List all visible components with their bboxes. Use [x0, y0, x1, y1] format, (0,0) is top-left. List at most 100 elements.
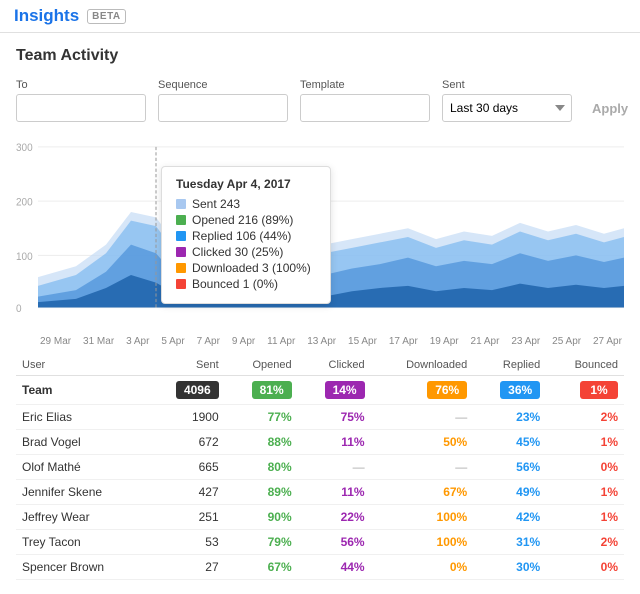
user-bounced: 2%: [546, 530, 624, 555]
user-opened: 79%: [225, 530, 298, 555]
col-replied: Replied: [473, 355, 546, 376]
x-axis-label: 31 Mar: [83, 336, 114, 347]
tooltip-row: Sent 243: [176, 197, 316, 211]
user-name: Jennifer Skene: [16, 480, 148, 505]
user-replied: 23%: [473, 405, 546, 430]
to-input[interactable]: [16, 94, 146, 122]
user-bounced: 1%: [546, 505, 624, 530]
user-downloaded: 100%: [371, 505, 474, 530]
user-clicked: 11%: [298, 480, 371, 505]
sequence-input[interactable]: [158, 94, 288, 122]
team-sent: 4096: [148, 376, 225, 405]
x-axis-label: 25 Apr: [552, 336, 581, 347]
tooltip-row: Replied 106 (44%): [176, 229, 316, 243]
svg-text:100: 100: [16, 251, 33, 262]
user-opened: 67%: [225, 555, 298, 580]
svg-text:300: 300: [16, 143, 33, 154]
tooltip-dot: [176, 279, 186, 289]
tooltip-row: Clicked 30 (25%): [176, 245, 316, 259]
x-axis-label: 23 Apr: [511, 336, 540, 347]
sent-select[interactable]: Last 30 days Last 7 days Last 90 days: [442, 94, 572, 122]
user-downloaded: 50%: [371, 430, 474, 455]
user-replied: 56%: [473, 455, 546, 480]
user-sent: 427: [148, 480, 225, 505]
user-bounced: 0%: [546, 455, 624, 480]
team-opened: 81%: [225, 376, 298, 405]
apply-button[interactable]: Apply: [584, 94, 636, 122]
filter-sequence: Sequence: [158, 79, 288, 122]
user-opened: 80%: [225, 455, 298, 480]
user-bounced: 2%: [546, 405, 624, 430]
user-downloaded: 100%: [371, 530, 474, 555]
filter-to: To: [16, 79, 146, 122]
tooltip-label: Opened 216 (89%): [192, 213, 293, 227]
tooltip-dot: [176, 247, 186, 257]
user-sent: 251: [148, 505, 225, 530]
x-axis-label: 13 Apr: [307, 336, 336, 347]
user-name: Trey Tacon: [16, 530, 148, 555]
user-sent: 672: [148, 430, 225, 455]
user-name: Olof Mathé: [16, 455, 148, 480]
page-content: Team Activity To Sequence Template Sent …: [0, 33, 640, 594]
user-opened: 77%: [225, 405, 298, 430]
x-axis-label: 27 Apr: [593, 336, 622, 347]
tooltip-dot: [176, 215, 186, 225]
user-bounced: 1%: [546, 480, 624, 505]
tooltip-date: Tuesday Apr 4, 2017: [176, 177, 316, 191]
table-row: Jeffrey Wear 251 90% 22% 100% 42% 1%: [16, 505, 624, 530]
tooltip-label: Downloaded 3 (100%): [192, 261, 311, 275]
user-clicked: —: [298, 455, 371, 480]
tooltip-row: Downloaded 3 (100%): [176, 261, 316, 275]
filter-sent-label: Sent: [442, 79, 572, 91]
user-name: Jeffrey Wear: [16, 505, 148, 530]
user-clicked: 22%: [298, 505, 371, 530]
col-bounced: Bounced: [546, 355, 624, 376]
col-opened: Opened: [225, 355, 298, 376]
user-opened: 88%: [225, 430, 298, 455]
team-user: Team: [16, 376, 148, 405]
team-replied: 36%: [473, 376, 546, 405]
team-downloaded: 76%: [371, 376, 474, 405]
x-axis-label: 29 Mar: [40, 336, 71, 347]
x-axis-label: 7 Apr: [197, 336, 220, 347]
tooltip-dot: [176, 199, 186, 209]
filter-to-label: To: [16, 79, 146, 91]
tooltip-label: Sent 243: [192, 197, 240, 211]
filter-template: Template: [300, 79, 430, 122]
user-clicked: 11%: [298, 430, 371, 455]
user-name: Eric Elias: [16, 405, 148, 430]
col-downloaded: Downloaded: [371, 355, 474, 376]
svg-text:200: 200: [16, 197, 33, 208]
filter-sequence-label: Sequence: [158, 79, 288, 91]
user-bounced: 1%: [546, 430, 624, 455]
app-header: Insights BETA: [0, 0, 640, 33]
filter-bar: To Sequence Template Sent Last 30 days L…: [16, 79, 624, 122]
x-axis-label: 15 Apr: [348, 336, 377, 347]
table-row: Olof Mathé 665 80% — — 56% 0%: [16, 455, 624, 480]
chart-container: 300 200 100 0 Tuesday Apr 4, 2017 Sent 2…: [16, 136, 624, 326]
col-user: User: [16, 355, 148, 376]
user-opened: 89%: [225, 480, 298, 505]
col-clicked: Clicked: [298, 355, 371, 376]
table-row: Eric Elias 1900 77% 75% — 23% 2%: [16, 405, 624, 430]
template-input[interactable]: [300, 94, 430, 122]
x-axis-label: 11 Apr: [267, 336, 295, 347]
team-clicked: 14%: [298, 376, 371, 405]
user-replied: 49%: [473, 480, 546, 505]
table-row: Jennifer Skene 427 89% 11% 67% 49% 1%: [16, 480, 624, 505]
user-replied: 42%: [473, 505, 546, 530]
user-downloaded: —: [371, 455, 474, 480]
user-downloaded: —: [371, 405, 474, 430]
col-sent: Sent: [148, 355, 225, 376]
user-bounced: 0%: [546, 555, 624, 580]
x-axis-labels: 29 Mar31 Mar3 Apr5 Apr7 Apr9 Apr11 Apr13…: [16, 336, 624, 347]
user-name: Spencer Brown: [16, 555, 148, 580]
tooltip-row: Bounced 1 (0%): [176, 277, 316, 291]
data-table: User Sent Opened Clicked Downloaded Repl…: [16, 355, 624, 580]
user-replied: 30%: [473, 555, 546, 580]
table-row: Spencer Brown 27 67% 44% 0% 30% 0%: [16, 555, 624, 580]
x-axis-label: 3 Apr: [126, 336, 149, 347]
user-clicked: 56%: [298, 530, 371, 555]
page-title: Team Activity: [16, 47, 624, 65]
user-downloaded: 67%: [371, 480, 474, 505]
